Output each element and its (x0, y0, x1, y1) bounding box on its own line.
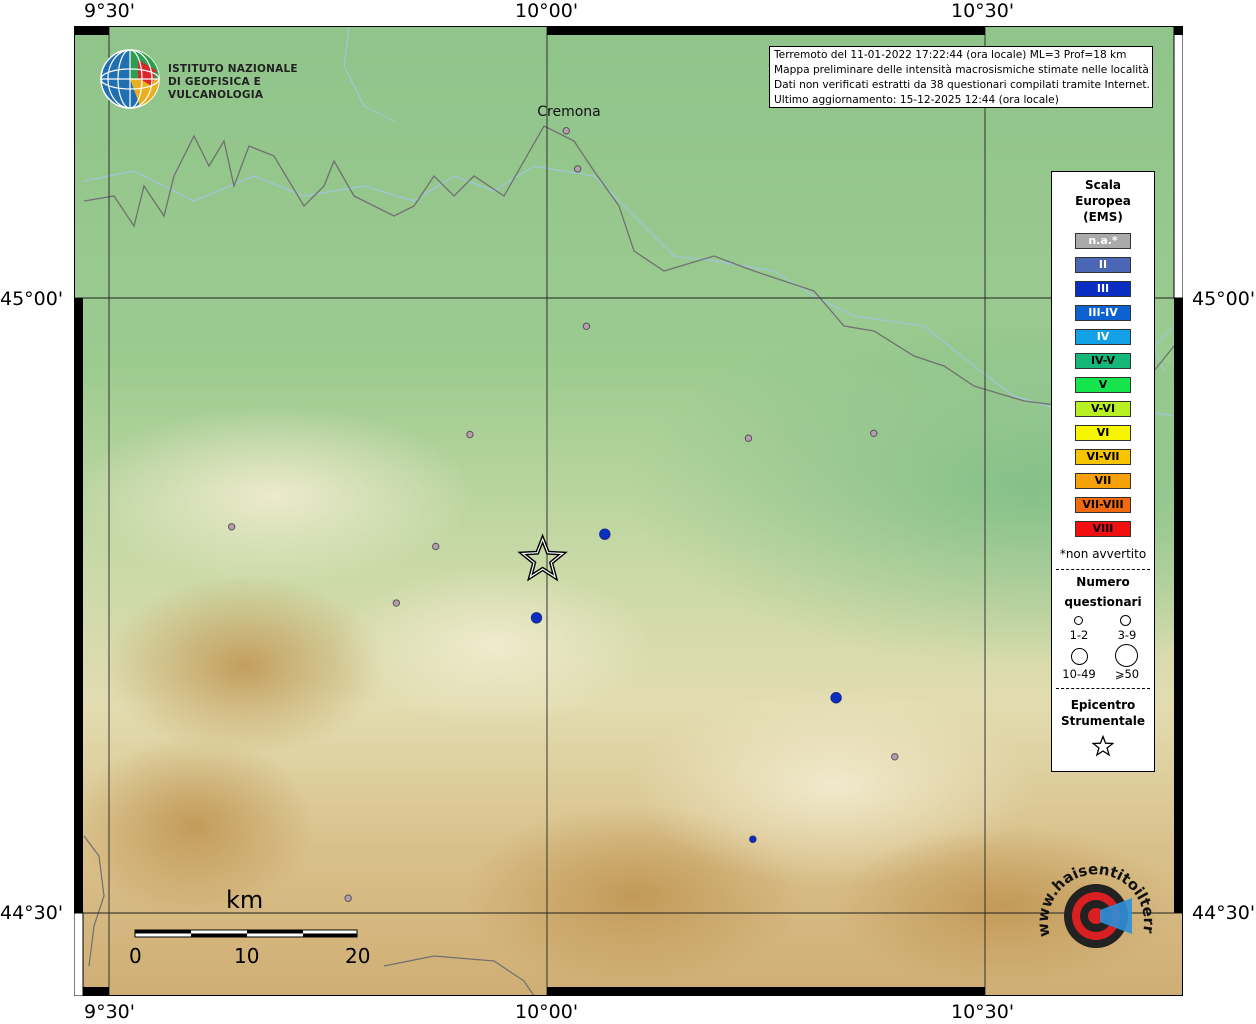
scale-label-20: 20 (345, 944, 371, 968)
macroseismic-map[interactable] (74, 26, 1183, 996)
count-title-line2: questionari (1064, 595, 1142, 609)
observation-point[interactable] (562, 127, 570, 135)
ingv-name-line1: ISTITUTO NAZIONALE (168, 63, 298, 75)
lat-tick-right-2: 44°30' (1192, 902, 1256, 924)
event-info-line3: Dati non verificati estratti da 38 quest… (774, 79, 1150, 91)
observation-point[interactable] (573, 165, 582, 173)
lat-tick-left-2: 44°30' (0, 902, 64, 924)
count-title-line1: Numero (1076, 575, 1130, 589)
legend-swatch-vii-viii: VII-VIII (1075, 497, 1131, 513)
lon-tick-bottom-1: 9°30' (84, 1001, 135, 1023)
count-size-key: 1-2 3-9 10-49 ⩾50 (1052, 612, 1154, 681)
legend-swatch-iv-v: IV-V (1075, 353, 1131, 369)
observation-point[interactable] (744, 434, 753, 442)
legend-swatch-v: V (1075, 377, 1131, 393)
legend-separator (1056, 569, 1150, 570)
legend-swatch-iii-iv: III-IV (1075, 305, 1131, 321)
lon-tick-top-2: 10°00' (515, 0, 579, 22)
size-label-50: ⩾50 (1114, 667, 1140, 681)
legend-swatch-viii: VIII (1075, 521, 1131, 537)
lat-tick-right-1: 45°00' (1192, 288, 1256, 310)
legend-title-line3: (EMS) (1083, 210, 1123, 224)
observation-point[interactable] (749, 835, 757, 843)
observation-point[interactable] (582, 322, 591, 330)
size-circle-10-49 (1071, 648, 1088, 665)
epicenter-title-line2: Strumentale (1060, 714, 1146, 728)
legend-title: Scala Europea (EMS) (1052, 177, 1154, 225)
observation-point[interactable] (870, 429, 878, 437)
size-circle-1-2 (1074, 616, 1083, 625)
ingv-logo: ISTITUTO NAZIONALE DI GEOFISICA E VULCAN… (100, 48, 330, 110)
legend-swatch-vi: VI (1075, 425, 1131, 441)
lat-tick-left-1: 45°00' (0, 288, 64, 310)
town-label-cremona: Cremona (537, 103, 601, 120)
epicenter-star-icon (1091, 734, 1115, 757)
legend-swatches: n.a.* II III III-IV IV IV-V V V-VI VI VI-VII VII VI… (1052, 233, 1154, 537)
lon-tick-top-3: 10°30' (951, 0, 1015, 22)
legend-swatch-na: n.a.* (1075, 233, 1131, 249)
ingv-globe-icon (100, 49, 160, 109)
hill-shading (334, 566, 654, 726)
size-circle-3-9 (1120, 615, 1131, 626)
hill-shading (74, 406, 474, 586)
ems-legend: Scala Europea (EMS) n.a.* II III III-IV IV IV… (1051, 171, 1155, 772)
observation-point[interactable] (891, 753, 899, 761)
size-label-1-2: 1-2 (1069, 628, 1089, 642)
epicenter-title: Epicentro Strumentale (1052, 697, 1154, 729)
size-label-3-9: 3-9 (1117, 628, 1137, 642)
legend-title-line1: Scala (1084, 178, 1122, 192)
size-circle-50 (1115, 644, 1138, 667)
event-info-line4: Ultimo aggiornamento: 15-12-2025 12:44 (… (774, 94, 1059, 106)
size-label-10-49: 10-49 (1062, 667, 1096, 681)
scale-label-10: 10 (234, 944, 260, 968)
legend-swatch-iii: III (1075, 281, 1131, 297)
legend-swatch-ii: II (1075, 257, 1131, 273)
observation-point[interactable] (530, 612, 543, 624)
observation-point[interactable] (392, 599, 401, 607)
lon-tick-bottom-2: 10°00' (515, 1001, 579, 1023)
observation-point[interactable] (466, 430, 474, 439)
lon-tick-bottom-3: 10°30' (951, 1001, 1015, 1023)
legend-swatch-vii: VII (1075, 473, 1131, 489)
observation-point[interactable] (599, 528, 611, 540)
mountain-shading (74, 736, 314, 916)
observation-point[interactable] (227, 523, 236, 531)
scale-bar-unit: km (226, 886, 264, 914)
lon-tick-top-1: 9°30' (84, 0, 135, 22)
event-info-box: Terremoto del 11-01-2022 17:22:44 (ora l… (769, 46, 1153, 108)
observation-point[interactable] (432, 542, 440, 551)
not-felt-note: *non avvertito (1059, 547, 1147, 561)
scale-label-0: 0 (129, 944, 142, 968)
legend-title-line2: Europea (1075, 194, 1131, 208)
legend-swatch-v-vi: V-VI (1075, 401, 1131, 417)
ingv-name: ISTITUTO NAZIONALE DI GEOFISICA E VULCAN… (168, 63, 330, 102)
legend-swatch-iv: IV (1075, 329, 1131, 345)
epicenter-title-line1: Epicentro (1070, 698, 1136, 712)
legend-separator (1056, 688, 1150, 689)
ingv-name-line2: DI GEOFISICA E VULCANOLOGIA (168, 76, 264, 101)
event-info-line1: Terremoto del 11-01-2022 17:22:44 (ora l… (774, 49, 1127, 61)
hsentito-logo: www.haisentitoilterremoto.it (1028, 844, 1158, 978)
scale-bar (134, 929, 358, 938)
observation-point[interactable] (830, 692, 842, 704)
observation-point[interactable] (344, 894, 352, 902)
count-title: Numero questionari (1052, 572, 1154, 612)
seismic-target-icon: www.haisentitoilterremoto.it (1028, 844, 1158, 948)
legend-swatch-vi-vii: VI-VII (1075, 449, 1131, 465)
event-info-line2: Mappa preliminare delle intensità macros… (774, 64, 1149, 76)
